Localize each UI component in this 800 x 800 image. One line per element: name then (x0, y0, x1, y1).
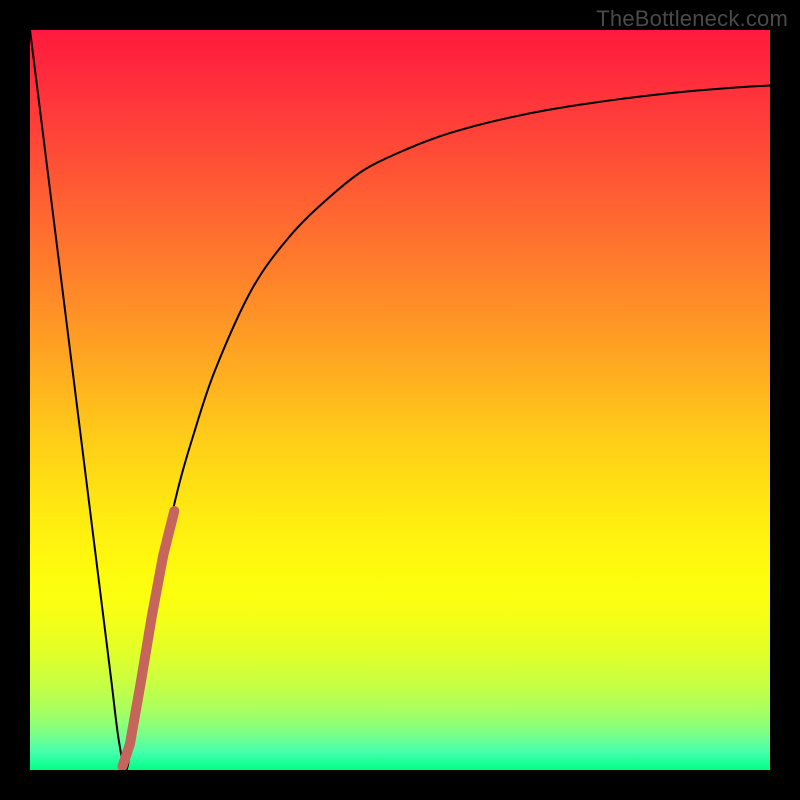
highlight-segment-path (123, 511, 175, 766)
curve-svg (30, 30, 770, 770)
watermark-text: TheBottleneck.com (596, 6, 788, 32)
plot-area (30, 30, 770, 770)
chart-frame: TheBottleneck.com (0, 0, 800, 800)
